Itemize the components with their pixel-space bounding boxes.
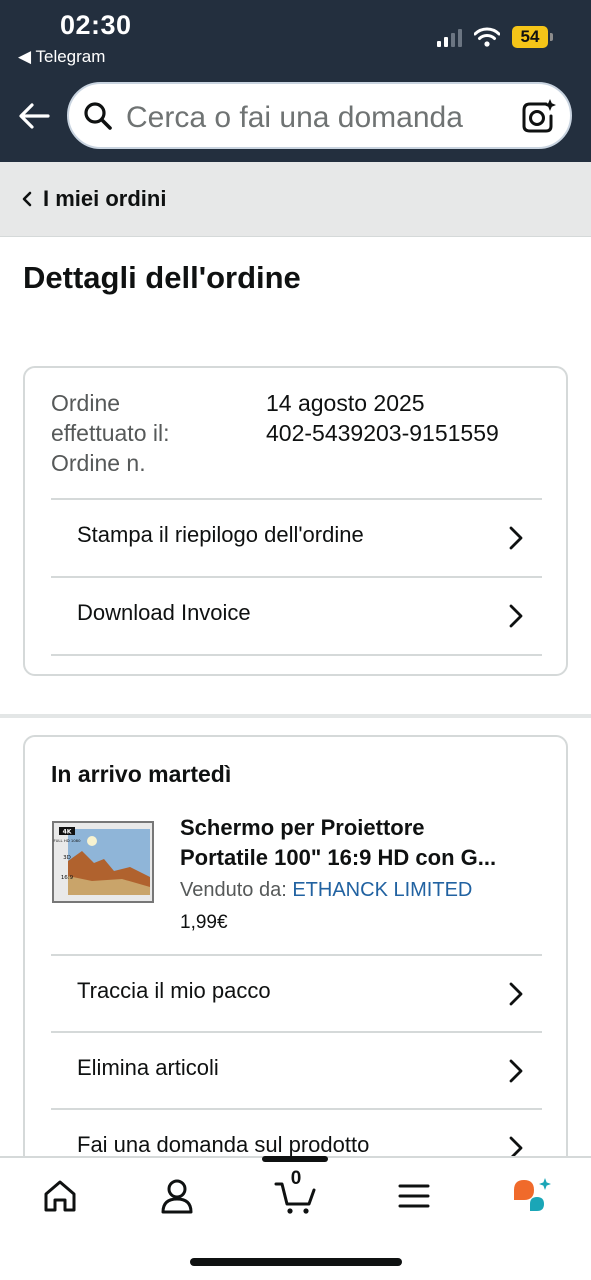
track-package-row[interactable]: Traccia il mio pacco: [51, 954, 542, 1032]
chevron-right-icon: [509, 1059, 523, 1083]
order-label-line: effettuato il:: [51, 420, 170, 446]
cart-button[interactable]: 0: [274, 1168, 318, 1218]
order-info-labels: Ordine effettuato il: Ordine n.: [51, 388, 241, 478]
product-thumbnail[interactable]: 4K FULL HD 1080 3D 16:9: [52, 821, 154, 903]
order-info-values: 14 agosto 2025 402-5439203-9151559: [266, 388, 499, 448]
search-input[interactable]: Cerca o fai una domanda: [126, 101, 463, 135]
product-title[interactable]: Schermo per Proiettore Portatile 100" 16…: [180, 813, 540, 873]
section-divider: [0, 714, 591, 718]
page-title: Dettagli dell'ordine: [23, 260, 301, 295]
rufus-assistant-icon[interactable]: [510, 1174, 554, 1218]
badge-4k: 4K: [63, 829, 72, 836]
order-label-line: Ordine: [51, 390, 121, 416]
home-icon[interactable]: [38, 1174, 82, 1218]
seller-info: Venduto da: ETHANCK LIMITED: [180, 879, 472, 902]
account-icon[interactable]: [155, 1174, 199, 1218]
search-bar[interactable]: Cerca o fai una domanda: [67, 82, 572, 149]
seller-link[interactable]: ETHANCK LIMITED: [292, 879, 472, 901]
product-title-line: Schermo per Proiettore: [180, 815, 425, 840]
shipment-card: In arrivo martedì 4K FULL HD 1080 3D 16:…: [23, 735, 568, 1195]
row-label: Stampa il riepilogo dell'ordine: [77, 522, 364, 547]
breadcrumb[interactable]: I miei ordini: [0, 162, 591, 237]
battery-icon: 54: [512, 26, 553, 48]
wifi-icon: [474, 27, 500, 47]
print-summary-row[interactable]: Stampa il riepilogo dell'ordine: [51, 498, 542, 576]
product-price: 1,99€: [180, 912, 228, 933]
home-indicator: [190, 1258, 402, 1266]
row-label: Fai una domanda sul prodotto: [77, 1132, 370, 1157]
app-header: 02:30 ◀ Telegram 54 Cerca o fai una doma…: [0, 0, 591, 162]
menu-icon[interactable]: [392, 1174, 436, 1218]
product-title-line: Portatile 100" 16:9 HD con G...: [180, 845, 497, 870]
cellular-signal-icon: [437, 27, 462, 47]
order-label-line: Ordine n.: [51, 450, 146, 476]
breadcrumb-label[interactable]: I miei ordini: [43, 186, 166, 212]
back-arrow-icon[interactable]: [16, 98, 52, 134]
seller-label: Venduto da:: [180, 879, 287, 901]
camera-search-icon[interactable]: [520, 98, 556, 134]
back-to-telegram-link[interactable]: ◀ Telegram: [18, 47, 105, 67]
remove-items-row[interactable]: Elimina articoli: [51, 1031, 542, 1109]
order-date: 14 agosto 2025: [266, 390, 425, 416]
row-label: Download Invoice: [77, 600, 251, 625]
delivery-status: In arrivo martedì: [51, 761, 232, 787]
chevron-right-icon: [509, 982, 523, 1006]
chevron-right-icon: [509, 526, 523, 550]
cart-icon: [274, 1182, 316, 1214]
order-number: 402-5439203-9151559: [266, 420, 499, 446]
order-info-card: Ordine effettuato il: Ordine n. 14 agost…: [23, 366, 568, 676]
status-icons: 54: [437, 26, 553, 48]
chevron-right-icon: [509, 604, 523, 628]
download-invoice-row[interactable]: Download Invoice: [51, 576, 542, 654]
row-label: Traccia il mio pacco: [77, 978, 271, 1003]
badge-fullhd: FULL HD 1080: [53, 838, 81, 843]
row-label: Elimina articoli: [77, 1055, 219, 1080]
badge-3d: 3D: [63, 855, 71, 861]
row-divider: [51, 654, 542, 656]
badge-ratio: 16:9: [61, 875, 74, 881]
battery-level: 54: [512, 26, 548, 48]
status-time: 02:30: [60, 10, 132, 40]
chevron-left-icon: [22, 191, 32, 207]
search-icon: [84, 102, 112, 130]
active-tab-indicator: [262, 1156, 328, 1162]
